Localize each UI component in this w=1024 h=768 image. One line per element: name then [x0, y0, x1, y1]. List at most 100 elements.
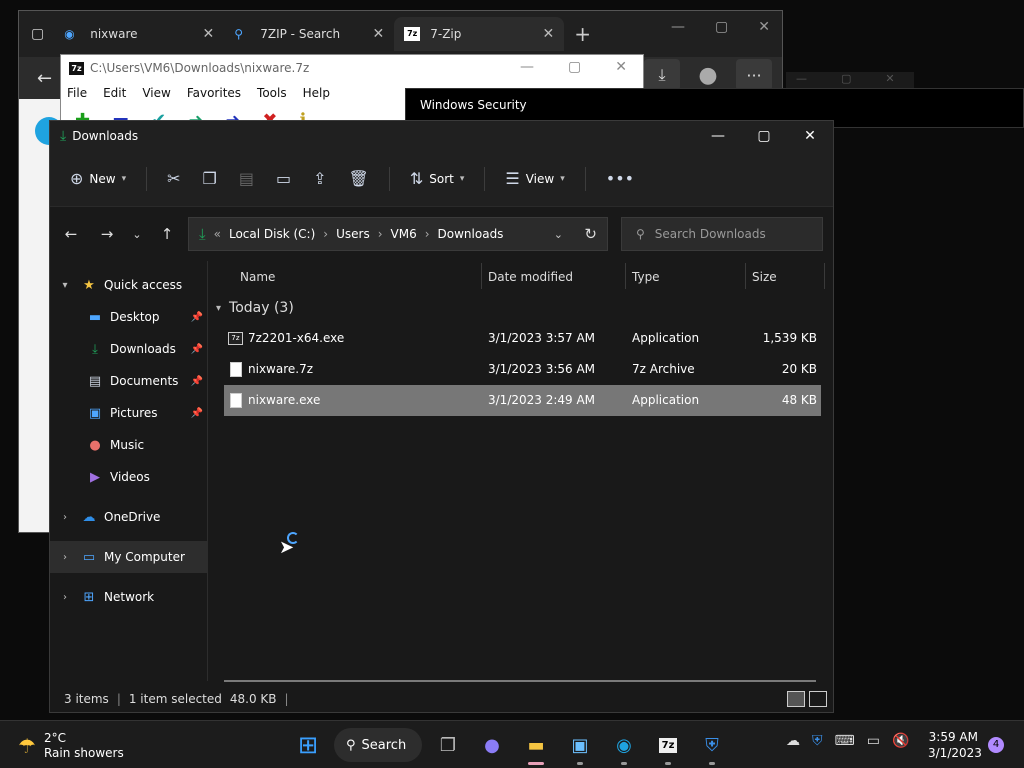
large-icons-view-icon[interactable] [809, 691, 827, 707]
column-divider[interactable] [625, 263, 626, 289]
pin-icon[interactable]: 📌 [191, 344, 203, 355]
delete-button[interactable]: 🗑 [341, 163, 377, 195]
refresh-icon[interactable]: ↻ [584, 225, 597, 243]
minimize-icon[interactable]: — [520, 59, 534, 75]
chevron-right-icon[interactable]: › [50, 592, 80, 603]
close-icon[interactable]: ✕ [787, 121, 833, 151]
breadcrumb-downloads[interactable]: Downloads [438, 227, 504, 241]
maximize-icon[interactable]: ▢ [568, 59, 581, 75]
up-arrow-icon[interactable]: ↑ [152, 225, 182, 243]
chevron-down-icon[interactable]: ▾ [216, 303, 221, 314]
menu-favorites[interactable]: Favorites [187, 86, 241, 100]
minimize-icon[interactable]: — [695, 121, 741, 151]
sidebar-item-my-computer[interactable]: › ▭ My Computer [50, 541, 207, 573]
sidebar-item-music[interactable]: ● Music [50, 429, 207, 461]
sort-button[interactable]: ⇅ Sort ▾ [402, 163, 473, 195]
sidebar-item-videos[interactable]: ▶ Videos [50, 461, 207, 493]
menu-file[interactable]: File [67, 86, 87, 100]
download-icon[interactable]: ⤓ [644, 59, 680, 91]
chevron-down-icon[interactable]: ▾ [50, 280, 80, 291]
group-header-today[interactable]: ▾ Today (3) [208, 293, 833, 323]
security-warning-icon[interactable]: ⛨ [812, 733, 823, 749]
menu-edit[interactable]: Edit [103, 86, 126, 100]
breadcrumb-local-disk[interactable]: Local Disk (C:) [229, 227, 315, 241]
column-divider[interactable] [481, 263, 482, 289]
search-input[interactable] [654, 227, 805, 241]
network-off-icon[interactable]: ☁ [786, 733, 800, 749]
keyboard-icon[interactable]: ⌨ [835, 733, 855, 749]
view-button[interactable]: ☰ View ▾ [497, 163, 572, 195]
table-row[interactable]: nixware.7z 3/1/2023 3:56 AM 7z Archive 2… [208, 354, 833, 385]
address-bar[interactable]: ⤓ « Local Disk (C:) › Users › VM6 › Down… [188, 217, 608, 251]
sidebar-item-documents[interactable]: ▤ Documents 📌 [50, 365, 207, 397]
details-view-icon[interactable] [787, 691, 805, 707]
tab-close-icon[interactable]: ✕ [203, 26, 215, 42]
search-box[interactable]: ⚲ [621, 217, 823, 251]
copy-button[interactable]: ❐ [195, 163, 225, 195]
back-arrow-icon[interactable]: ← [56, 225, 86, 243]
overflow-crumb[interactable]: « [214, 227, 221, 241]
new-tab-button[interactable]: + [574, 22, 591, 46]
table-row-selected[interactable]: nixware.exe 3/1/2023 2:49 AM Application… [224, 385, 821, 416]
start-button[interactable]: ⊞ [290, 727, 326, 763]
new-button[interactable]: ⊕ New ▾ [62, 163, 134, 195]
see-more-button[interactable]: ••• [598, 163, 642, 195]
share-button[interactable]: ⇪ [305, 163, 334, 195]
tab-close-icon[interactable]: ✕ [543, 26, 555, 42]
cut-button[interactable]: ✂ [159, 163, 188, 195]
browser-tab-7zip-search[interactable]: ⚲ 7ZIP - Search ✕ [224, 17, 394, 51]
table-row[interactable]: 7z 7z2201-x64.exe 3/1/2023 3:57 AM Appli… [208, 323, 833, 354]
breadcrumb-vm6[interactable]: VM6 [391, 227, 417, 241]
tab-actions-icon[interactable]: ▢ [31, 26, 44, 42]
clock[interactable]: 3:59 AM 3/1/2023 [928, 729, 982, 761]
recent-locations-icon[interactable]: ⌄ [122, 228, 152, 241]
chevron-right-icon[interactable]: › [50, 512, 80, 523]
back-arrow-icon[interactable]: ← [37, 68, 52, 89]
menu-view[interactable]: View [142, 86, 170, 100]
sidebar-item-desktop[interactable]: ▬ Desktop 📌 [50, 301, 207, 333]
column-header-size[interactable]: Size [752, 270, 777, 284]
horizontal-scrollbar[interactable] [224, 680, 816, 682]
rename-button[interactable]: ▭ [268, 163, 299, 195]
pin-icon[interactable]: 📌 [191, 312, 203, 323]
file-explorer-taskbar-button[interactable]: ▬ [518, 727, 554, 765]
column-header-name[interactable]: Name [240, 270, 275, 284]
7zip-taskbar-button[interactable]: 7z [650, 727, 686, 765]
sidebar-item-pictures[interactable]: ▣ Pictures 📌 [50, 397, 207, 429]
pin-icon[interactable]: 📌 [191, 376, 203, 387]
display-icon[interactable]: ▭ [867, 733, 880, 749]
profile-icon[interactable]: ● [690, 59, 726, 91]
column-divider[interactable] [745, 263, 746, 289]
column-divider[interactable] [824, 263, 825, 289]
task-view-button[interactable]: ❐ [430, 727, 466, 763]
control-panel-taskbar-button[interactable]: ▣ [562, 727, 598, 765]
browser-tab-7zip[interactable]: 7z 7-Zip ✕ [394, 17, 565, 51]
browser-tab-nixware[interactable]: ◉ nixware ✕ [54, 17, 224, 51]
column-header-date-modified[interactable]: Date modified [488, 270, 573, 284]
taskbar-search-button[interactable]: ⚲ Search [334, 728, 422, 762]
sidebar-item-quick-access[interactable]: ▾ ★ Quick access [50, 269, 207, 301]
more-options-icon[interactable]: ··· [736, 59, 772, 91]
chat-button[interactable]: ● [474, 727, 510, 763]
pin-icon[interactable]: 📌 [191, 408, 203, 419]
close-icon[interactable]: ✕ [615, 59, 627, 75]
breadcrumb-users[interactable]: Users [336, 227, 370, 241]
notification-badge[interactable]: 4 [988, 737, 1004, 753]
maximize-icon[interactable]: ▢ [741, 121, 787, 151]
sidebar-item-downloads[interactable]: ⤓ Downloads 📌 [50, 333, 207, 365]
forward-arrow-icon[interactable]: → [92, 225, 122, 243]
paste-button[interactable]: ▤ [231, 163, 262, 195]
edge-taskbar-button[interactable]: ◉ [606, 727, 642, 765]
volume-muted-icon[interactable]: 🔇 [892, 733, 909, 749]
minimize-icon[interactable]: — [671, 19, 685, 35]
close-icon[interactable]: ✕ [758, 19, 770, 35]
chevron-right-icon[interactable]: › [50, 552, 80, 563]
chevron-down-icon[interactable]: ⌄ [554, 228, 563, 241]
sidebar-item-onedrive[interactable]: › ☁ OneDrive [50, 501, 207, 533]
weather-widget[interactable]: ☂ 2°C Rain showers [18, 731, 124, 761]
menu-tools[interactable]: Tools [257, 86, 287, 100]
windows-security-taskbar-button[interactable]: ⛨ [694, 727, 730, 765]
tab-close-icon[interactable]: ✕ [373, 26, 385, 42]
menu-help[interactable]: Help [303, 86, 330, 100]
maximize-icon[interactable]: ▢ [715, 19, 728, 35]
